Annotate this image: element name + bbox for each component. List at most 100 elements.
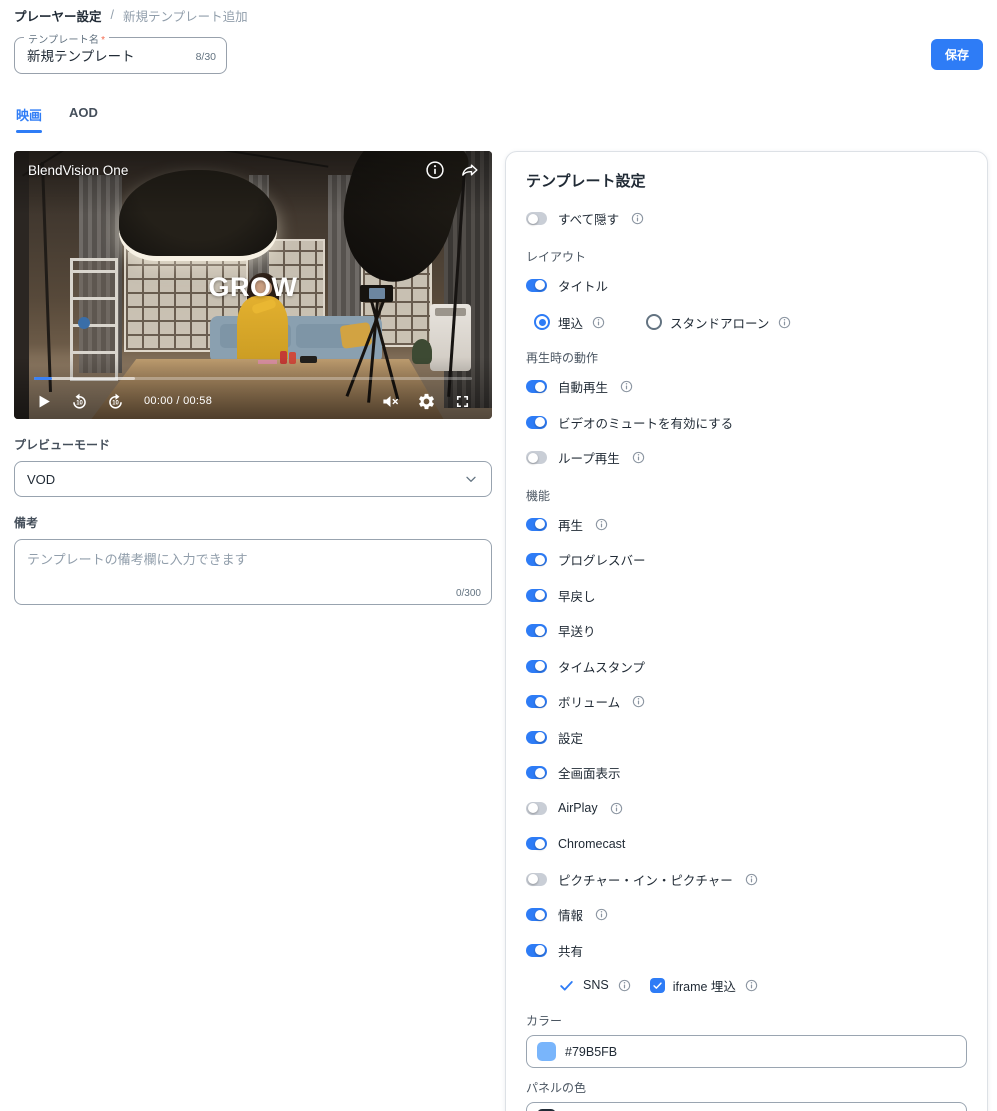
toggle-knob (535, 590, 545, 601)
radio-option: 埋込 (534, 313, 605, 332)
notes-textarea[interactable] (27, 549, 479, 588)
play-icon[interactable] (34, 392, 53, 411)
fullscreen-icon[interactable] (453, 392, 472, 411)
tabs: 映画 AOD (14, 105, 983, 133)
toggle-knob (535, 554, 545, 565)
radio-layout-mode-1[interactable] (646, 314, 663, 330)
progress-played (34, 377, 52, 380)
info-icon[interactable] (632, 695, 645, 708)
toggle-info[interactable] (526, 908, 547, 922)
toggle-settings[interactable] (526, 730, 547, 744)
info-icon[interactable] (631, 212, 644, 225)
toggle-label-progress-bar: プログレスバー (558, 554, 646, 569)
color-swatch[interactable] (537, 1042, 556, 1061)
toggle-label-share: 共有 (558, 944, 584, 959)
toggle-knob (528, 803, 538, 814)
info-icon[interactable] (618, 979, 631, 992)
toggle-progress-bar[interactable] (526, 553, 547, 567)
video-title: BlendVision One (28, 162, 129, 178)
info-icon[interactable] (425, 160, 445, 180)
info-icon[interactable] (592, 316, 605, 329)
toggle-knob (535, 519, 545, 530)
toggle-autoplay[interactable] (526, 380, 547, 394)
tab-aod[interactable]: AOD (69, 105, 98, 133)
toggle-label-chromecast: Chromecast (558, 836, 626, 851)
toggle-play[interactable] (526, 517, 547, 531)
toggle-rewind[interactable] (526, 588, 547, 602)
toggle-fullscreen[interactable] (526, 766, 547, 780)
toggle-knob (535, 417, 545, 428)
color-input[interactable]: #79B5FB (526, 1035, 967, 1068)
section-label-playback-behavior: 再生時の動作 (526, 351, 599, 365)
replay-10-icon[interactable]: 10 (70, 392, 89, 411)
toggle-row-chromecast: Chromecast (526, 826, 967, 862)
required-asterisk: * (101, 35, 106, 46)
toggle-title[interactable] (526, 278, 547, 292)
info-icon[interactable] (778, 316, 791, 329)
toggle-airplay[interactable] (526, 801, 547, 815)
toggle-label-title: タイトル (558, 279, 609, 294)
player-control-bar: 10 10 00:00 / 00:58 (14, 377, 492, 413)
player-top-bar: BlendVision One (28, 160, 480, 180)
info-icon[interactable] (632, 451, 645, 464)
header-row: テンプレート名* 8/30 保存 (14, 31, 983, 85)
toggle-row-title: タイトル (526, 268, 967, 304)
checkbox-sns[interactable] (558, 977, 575, 994)
toggle-knob (535, 909, 545, 920)
toggle-knob (535, 625, 545, 636)
info-icon[interactable] (620, 380, 633, 393)
info-icon[interactable] (745, 979, 758, 992)
checkbox-iframe-embed[interactable] (649, 977, 665, 993)
panel-color-input[interactable]: #212B36 (526, 1102, 967, 1111)
settings-gear-icon[interactable] (417, 392, 436, 411)
radio-layout-mode-0[interactable] (534, 314, 550, 330)
template-name-input[interactable] (27, 47, 167, 62)
info-icon[interactable] (595, 908, 608, 921)
toggle-label-loop: ループ再生 (558, 452, 620, 467)
toggle-label-info: 情報 (558, 909, 584, 924)
toggle-row-loop: ループ再生 (526, 440, 967, 476)
toggle-label-rewind: 早戻し (558, 589, 596, 604)
toggle-label-volume: ボリューム (558, 696, 621, 711)
toggle-row-pip: ピクチャー・イン・ピクチャー (526, 862, 967, 898)
mute-icon[interactable] (381, 392, 400, 411)
toggle-knob (535, 838, 545, 849)
toggle-chromecast[interactable] (526, 837, 547, 851)
toggle-label-pip: ピクチャー・イン・ピクチャー (558, 873, 733, 888)
info-icon[interactable] (595, 518, 608, 531)
breadcrumb-player-settings[interactable]: プレーヤー設定 (14, 6, 102, 25)
toggle-knob (535, 732, 545, 743)
progress-bar[interactable] (34, 377, 472, 380)
share-icon[interactable] (460, 160, 480, 180)
toggle-row-mute-video: ビデオのミュートを有効にする (526, 405, 967, 441)
template-name-counter: 8/30 (195, 51, 216, 63)
preview-mode-value: VOD (27, 471, 56, 487)
toggle-pip[interactable] (526, 872, 547, 886)
toggle-loop[interactable] (526, 451, 547, 465)
video-player[interactable]: GROW BlendVision One 10 10 00:00 / 00:58 (14, 151, 492, 419)
toggle-knob (535, 280, 545, 291)
toggle-row-autoplay: 自動再生 (526, 369, 967, 405)
preview-mode-select[interactable]: VOD (14, 461, 492, 497)
save-button[interactable]: 保存 (930, 39, 983, 70)
toggle-hide-all[interactable] (526, 212, 547, 226)
template-name-label-text: テンプレート名 (28, 35, 100, 46)
toggle-volume[interactable] (526, 695, 547, 709)
radio-label: スタンドアローン (670, 316, 770, 331)
info-icon[interactable] (610, 802, 623, 815)
toggle-row-volume: ボリューム (526, 684, 967, 720)
checkbox-label-sns: SNS (583, 978, 609, 992)
toggle-share[interactable] (526, 943, 547, 957)
player-template-page: プレーヤー設定 / 新規テンプレート追加 テンプレート名* 8/30 保存 映画… (0, 0, 997, 1111)
chevron-down-icon (466, 476, 476, 482)
checkbox-option: iframe 埋込 (649, 976, 758, 995)
section-label-layout: レイアウト (526, 249, 587, 264)
toggle-label-play: 再生 (558, 518, 584, 533)
toggle-timestamp[interactable] (526, 659, 547, 673)
info-icon[interactable] (745, 873, 758, 886)
toggle-forward[interactable] (526, 624, 547, 638)
forward-10-icon[interactable]: 10 (106, 392, 125, 411)
toggle-mute-video[interactable] (526, 415, 547, 429)
toggle-label-hide-all: すべて隠す (558, 213, 620, 228)
tab-movie[interactable]: 映画 (16, 105, 43, 133)
